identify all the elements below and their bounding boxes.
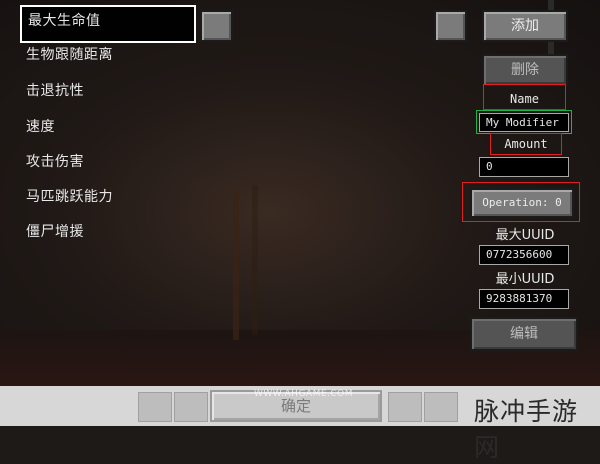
attribute-item-zombie-reinforcements[interactable]: 僵尸增援 (26, 221, 84, 241)
attribute-toggle-button[interactable] (200, 10, 233, 42)
attribute-item-attack-damage[interactable]: 攻击伤害 (26, 151, 84, 171)
edit-button[interactable]: 编辑 (470, 317, 578, 351)
attribute-item-follow-range[interactable]: 生物跟随距离 (26, 44, 113, 64)
max-uuid-input[interactable]: 0772356600 (479, 245, 569, 265)
attribute-item-knockback-resistance[interactable]: 击退抗性 (26, 80, 84, 100)
attribute-item-horse-jump[interactable]: 马匹跳跃能力 (26, 186, 113, 206)
modifier-toggle-button[interactable] (434, 10, 467, 42)
amount-input[interactable]: 0 (479, 157, 569, 177)
name-label: Name (510, 92, 539, 106)
hotbar-slot (138, 392, 172, 422)
hotbar-slot (424, 392, 458, 422)
attribute-item-speed[interactable]: 速度 (26, 116, 55, 136)
delete-button[interactable]: 删除 (482, 54, 568, 86)
background-torch (233, 190, 239, 340)
watermark-logo: 脉冲手游网 (474, 397, 579, 462)
operation-button[interactable]: Operation: 0 (470, 188, 574, 218)
name-input[interactable]: My Modifier (479, 113, 569, 132)
min-uuid-input[interactable]: 9283881370 (479, 289, 569, 309)
watermark-url: WWW.AHGAME.COM (254, 389, 354, 399)
add-button[interactable]: 添加 (482, 10, 568, 42)
amount-label: Amount (504, 137, 548, 151)
attribute-item-selected[interactable]: 最大生命值 (20, 5, 196, 43)
min-uuid-label: 最小UUID (495, 272, 555, 287)
background-post (252, 185, 258, 335)
hotbar-slot (388, 392, 422, 422)
attribute-label: 最大生命值 (28, 13, 101, 29)
hotbar-slot (174, 392, 208, 422)
max-uuid-label: 最大UUID (495, 228, 555, 243)
